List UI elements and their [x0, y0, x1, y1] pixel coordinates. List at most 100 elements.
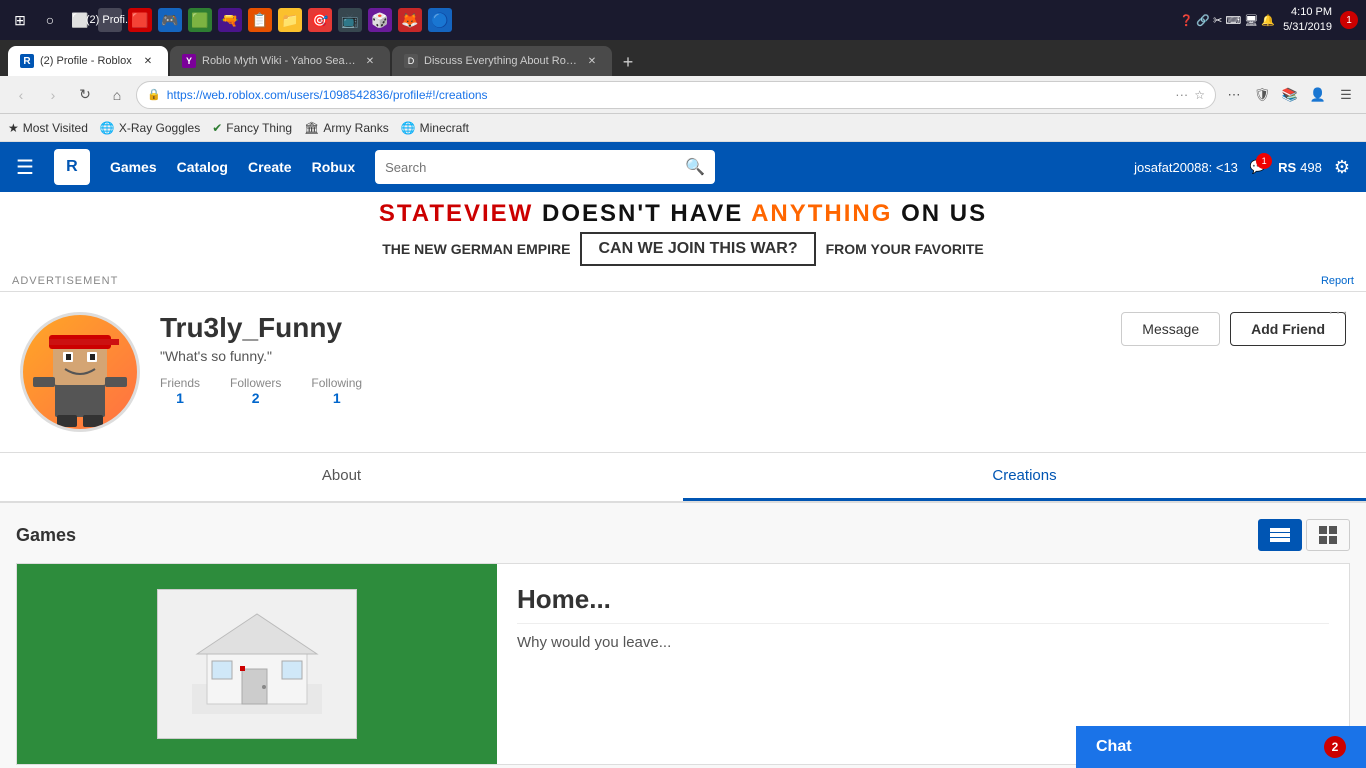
robux-display[interactable]: RS 498: [1278, 160, 1322, 175]
ad-banner: STATEVIEW DOESN'T HAVE ANYTHING ON US TH…: [0, 192, 1366, 292]
stat-friends: Friends 1: [160, 376, 200, 406]
taskbar-left: ⊞ ○ ⬜ (2) Profi... 🟥 🎮 🟩 🔫 📋 📁 🎯 📺 🎲 🦊 🔵: [8, 8, 452, 32]
tab-2-close[interactable]: ✕: [362, 53, 378, 69]
app-icon-9[interactable]: 🎲: [368, 8, 392, 32]
roblox-nav-right: josafat20088: <13 💬 1 RS 498 ⚙: [1134, 157, 1350, 178]
bookmark-favicon-fancy: ✔: [212, 121, 222, 135]
bookmark-fancy-thing[interactable]: ✔ Fancy Thing: [212, 121, 292, 135]
start-button[interactable]: ⊞: [8, 8, 32, 32]
tab-2-yahoo[interactable]: Y Roblo Myth Wiki - Yahoo Searc... ✕: [170, 46, 390, 76]
following-label: Following: [311, 376, 362, 390]
app-icon-3[interactable]: 🟩: [188, 8, 212, 32]
grid-view-button[interactable]: [1306, 519, 1350, 551]
bookmark-label-fancy: Fancy Thing: [226, 121, 292, 135]
ad-stateview: STATEVIEW: [379, 200, 533, 227]
profile-section: Tru3ly_Funny "What's so funny." Friends …: [0, 292, 1366, 453]
roblox-main-content: STATEVIEW DOESN'T HAVE ANYTHING ON US TH…: [0, 192, 1366, 768]
tab-about[interactable]: About: [0, 453, 683, 501]
app-icon-8[interactable]: 📺: [338, 8, 362, 32]
notifications-button[interactable]: 💬 1: [1250, 159, 1266, 175]
profile-icon[interactable]: 👤: [1306, 83, 1330, 107]
bookmark-army-ranks[interactable]: 🏛 Army Ranks: [304, 121, 389, 135]
tab-2-title: Roblo Myth Wiki - Yahoo Searc...: [202, 55, 356, 67]
roblox-logo[interactable]: R: [54, 149, 90, 185]
house-svg: [182, 604, 332, 724]
bookmark-favicon-xray: 🌐: [100, 121, 115, 135]
shield-icon[interactable]: 🛡: [1250, 83, 1274, 107]
games-header: Games: [16, 519, 1350, 551]
tab-1-favicon: R: [20, 54, 34, 68]
bookmarks-bar: ★ Most Visited 🌐 X-Ray Goggles ✔ Fancy T…: [0, 114, 1366, 142]
tab-1-roblox-profile[interactable]: R (2) Profile - Roblox ✕: [8, 46, 168, 76]
hamburger-menu-button[interactable]: ☰: [16, 155, 34, 180]
nav-link-create[interactable]: Create: [248, 159, 292, 175]
ad-label: ADVERTISEMENT: [12, 275, 118, 287]
nav-bar: ‹ › ↻ ⌂ 🔒 https://web.roblox.com/users/1…: [0, 76, 1366, 114]
following-value[interactable]: 1: [311, 390, 362, 406]
app-icon-6[interactable]: 📁: [278, 8, 302, 32]
friends-label: Friends: [160, 376, 200, 390]
home-button[interactable]: ⌂: [104, 82, 130, 108]
taskbar-right: ❓ 🔗 ✂ ⌨ 🖥 🔔 4:10 PM 5/31/2019 1: [1180, 5, 1358, 36]
view-toggle-buttons: [1258, 519, 1350, 551]
new-tab-button[interactable]: +: [614, 48, 642, 76]
profile-actions: Message Add Friend: [1121, 312, 1346, 346]
reading-list-icon[interactable]: 📚: [1278, 83, 1302, 107]
nav-link-robux[interactable]: Robux: [312, 159, 356, 175]
app-icon-11[interactable]: 🔵: [428, 8, 452, 32]
app-icon-7[interactable]: 🎯: [308, 8, 332, 32]
search-input[interactable]: [385, 160, 677, 175]
avatar-svg: [25, 317, 135, 427]
settings-button[interactable]: ⚙: [1334, 157, 1350, 178]
tab-creations[interactable]: Creations: [683, 453, 1366, 501]
bookmark-label-xray: X-Ray Goggles: [119, 121, 200, 135]
followers-value[interactable]: 2: [230, 390, 281, 406]
taskbar-clock: 4:10 PM 5/31/2019: [1283, 5, 1332, 36]
refresh-button[interactable]: ↻: [72, 82, 98, 108]
robux-amount: 498: [1300, 160, 1322, 175]
tab-3-discuss[interactable]: D Discuss Everything About Robl... ✕: [392, 46, 612, 76]
app-icon-5[interactable]: 📋: [248, 8, 272, 32]
app-icon-1[interactable]: 🟥: [128, 8, 152, 32]
chat-button[interactable]: Chat 2: [1076, 726, 1366, 768]
message-button[interactable]: Message: [1121, 312, 1220, 346]
secure-lock-icon: 🔒: [147, 88, 161, 101]
app-icon-10[interactable]: 🦊: [398, 8, 422, 32]
nav-link-catalog[interactable]: Catalog: [177, 159, 228, 175]
app-icon-4[interactable]: 🔫: [218, 8, 242, 32]
bookmark-x-ray-goggles[interactable]: 🌐 X-Ray Goggles: [100, 121, 200, 135]
search-button[interactable]: ○: [38, 8, 62, 32]
forward-button[interactable]: ›: [40, 82, 66, 108]
notification-badge: 1: [1256, 153, 1272, 169]
app-icon-2[interactable]: 🎮: [158, 8, 182, 32]
nav-link-games[interactable]: Games: [110, 159, 157, 175]
tab-1-title: (2) Profile - Roblox: [40, 55, 134, 67]
address-bar[interactable]: 🔒 https://web.roblox.com/users/109854283…: [136, 81, 1216, 109]
back-button[interactable]: ‹: [8, 82, 34, 108]
search-icon[interactable]: 🔍: [685, 157, 705, 177]
stat-followers: Followers 2: [230, 376, 281, 406]
roblox-taskbar-icon[interactable]: (2) Profi...: [98, 8, 122, 32]
bookmark-minecraft[interactable]: 🌐 Minecraft: [401, 121, 469, 135]
list-view-button[interactable]: [1258, 519, 1302, 551]
tab-1-close[interactable]: ✕: [140, 53, 156, 69]
ad-on-us: ON US: [901, 200, 987, 227]
more-options-button[interactable]: ···: [1328, 304, 1350, 322]
ad-report-button[interactable]: Report: [1321, 275, 1354, 287]
bookmark-most-visited[interactable]: ★ Most Visited: [8, 121, 88, 135]
menu-icon[interactable]: ☰: [1334, 83, 1358, 107]
tab-3-close[interactable]: ✕: [584, 53, 600, 69]
notification-count-badge: 1: [1340, 11, 1358, 29]
tab-2-favicon: Y: [182, 54, 196, 68]
list-view-icon: [1270, 528, 1290, 542]
stat-following: Following 1: [311, 376, 362, 406]
address-bar-options: ···: [1175, 87, 1188, 102]
bookmark-star-icon[interactable]: ☆: [1194, 88, 1205, 102]
roblox-search-bar[interactable]: 🔍: [375, 150, 715, 184]
friends-value[interactable]: 1: [160, 390, 200, 406]
profile-stats: Friends 1 Followers 2 Following 1: [160, 376, 1101, 406]
profile-username: Tru3ly_Funny: [160, 312, 1101, 344]
star-icon: ★: [8, 121, 19, 135]
nav-extra-1[interactable]: ⋯: [1222, 83, 1246, 107]
followers-label: Followers: [230, 376, 281, 390]
